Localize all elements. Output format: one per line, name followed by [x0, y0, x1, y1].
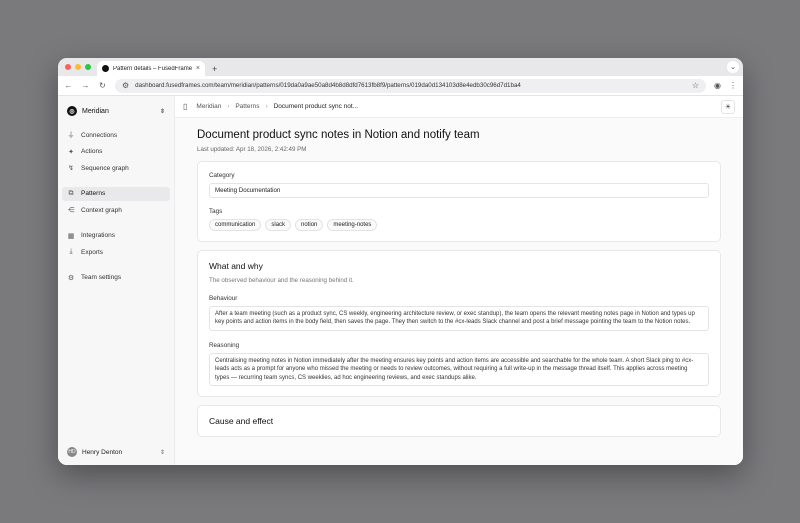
- sun-icon: ☀: [724, 103, 732, 111]
- tag-chip[interactable]: slack: [265, 219, 292, 231]
- more-menu-icon[interactable]: ⋮: [729, 81, 737, 90]
- pattern-detail: Document product sync notes in Notion an…: [175, 118, 743, 438]
- workflow-icon: ⧉: [68, 189, 74, 197]
- window-controls: [65, 64, 91, 70]
- profile-icon[interactable]: ◉: [714, 81, 721, 90]
- route-icon: ↯: [68, 165, 74, 172]
- share-icon: ⋲: [67, 207, 75, 214]
- nav-group-settings: ⚙ Team settings: [62, 271, 170, 285]
- minimize-window-button[interactable]: [75, 64, 81, 70]
- nav-group-patterns: ⧉ Patterns ⋲ Context graph: [62, 186, 170, 218]
- sidebar-item-label: Integrations: [81, 232, 115, 239]
- sidebar-item-connections[interactable]: ⏚ Connections: [62, 128, 170, 142]
- what-why-card: What and why The observed behaviour and …: [197, 250, 721, 398]
- sidebar-item-sequence-graph[interactable]: ↯ Sequence graph: [62, 161, 170, 175]
- behaviour-label: Behaviour: [209, 295, 238, 302]
- sidebar-item-team-settings[interactable]: ⚙ Team settings: [62, 271, 170, 285]
- sidebar-item-context-graph[interactable]: ⋲ Context graph: [62, 203, 170, 217]
- maximize-window-button[interactable]: [85, 64, 91, 70]
- breadcrumb-item-workspace[interactable]: Meridian: [196, 103, 221, 110]
- gear-icon: ⚙: [67, 274, 75, 282]
- sidebar-item-label: Exports: [81, 248, 104, 256]
- section-title: What and why: [209, 261, 263, 271]
- workspace-name: Meridian: [82, 107, 109, 115]
- sidebar-item-label: Actions: [81, 148, 103, 155]
- tag-list: communication slack notion meeting-notes: [209, 219, 709, 231]
- theme-toggle-button[interactable]: ☀: [721, 99, 735, 114]
- nav-group-main: ⏚ Connections ✦ Actions ↯ Sequence graph: [62, 128, 170, 175]
- back-icon[interactable]: ←: [64, 81, 73, 90]
- user-name: Henry Denton: [82, 448, 123, 456]
- last-updated: Last updated: Apr 18, 2026, 2:42:49 PM: [197, 146, 307, 153]
- blocks-icon: ▦: [67, 232, 75, 240]
- url-text: dashboard.fusedframes.com/team/meridian/…: [135, 82, 521, 89]
- new-tab-button[interactable]: +: [212, 64, 217, 74]
- sidebar-item-label: Connections: [81, 131, 118, 139]
- tag-chip[interactable]: notion: [295, 219, 324, 231]
- sidebar-item-label: Context graph: [81, 206, 122, 214]
- address-bar[interactable]: ⚙ dashboard.fusedframes.com/team/meridia…: [115, 78, 707, 93]
- nav-group-data: ▦ Integrations ⤓ Exports: [62, 229, 170, 260]
- chevron-updown-icon: ⇕: [159, 108, 165, 115]
- download-icon: ⤓: [69, 248, 73, 255]
- avatar: HD: [67, 447, 77, 457]
- app-root: ◎ Meridian ⇕ ⏚ Connections ✦ Actions ↯ S…: [58, 96, 743, 465]
- tab-strip: Pattern details – FusedFrames × + ⌄: [58, 58, 743, 76]
- browser-tab[interactable]: Pattern details – FusedFrames ×: [97, 61, 205, 76]
- site-settings-icon[interactable]: ⚙: [122, 81, 129, 90]
- forward-icon[interactable]: →: [81, 81, 90, 90]
- main-content: ▯ Meridian › Patterns › Document product…: [175, 96, 743, 465]
- chevron-right-icon: ›: [227, 103, 230, 110]
- sidebar: ◎ Meridian ⇕ ⏚ Connections ✦ Actions ↯ S…: [58, 96, 175, 465]
- reasoning-label: Reasoning: [209, 341, 240, 349]
- section-subtitle: The observed behaviour and the reasoning…: [209, 277, 354, 284]
- sidebar-item-label: Patterns: [81, 190, 106, 197]
- reload-icon[interactable]: ↻: [98, 81, 107, 90]
- close-tab-icon[interactable]: ×: [196, 65, 200, 72]
- reasoning-field[interactable]: Centralising meeting notes in Notion imm…: [209, 352, 709, 387]
- sidebar-item-label: Team settings: [81, 274, 122, 281]
- tag-chip[interactable]: meeting-notes: [327, 219, 378, 231]
- sidebar-item-integrations[interactable]: ▦ Integrations: [62, 229, 170, 243]
- category-field[interactable]: Meeting Documentation: [209, 183, 709, 198]
- breadcrumb-item-current: Document product sync not...: [273, 103, 359, 110]
- tags-label: Tags: [209, 208, 223, 215]
- workspace-switcher[interactable]: ◎ Meridian ⇕: [62, 102, 170, 120]
- sidebar-item-label: Sequence graph: [81, 164, 129, 172]
- chevron-right-icon: ›: [265, 103, 268, 110]
- metadata-card: Category Meeting Documentation Tags comm…: [197, 161, 721, 242]
- tag-chip[interactable]: communication: [209, 219, 262, 231]
- section-title: Cause and effect: [209, 416, 274, 427]
- sidebar-item-patterns[interactable]: ⧉ Patterns: [62, 186, 170, 201]
- sparkle-icon: ✦: [68, 148, 74, 156]
- sidebar-item-actions[interactable]: ✦ Actions: [62, 145, 170, 159]
- tab-search-icon[interactable]: ⌄: [727, 61, 739, 73]
- close-window-button[interactable]: [65, 64, 71, 70]
- browser-window: Pattern details – FusedFrames × + ⌄ ← → …: [58, 58, 743, 465]
- favicon-icon: [102, 65, 109, 72]
- tab-title: Pattern details – FusedFrames: [113, 65, 192, 72]
- sidebar-item-exports[interactable]: ⤓ Exports: [62, 245, 170, 259]
- chevron-updown-icon: ⇕: [159, 449, 165, 456]
- breadcrumb-item-patterns[interactable]: Patterns: [235, 103, 259, 110]
- bookmark-star-icon[interactable]: ☆: [692, 81, 699, 90]
- behaviour-field[interactable]: After a team meeting (such as a product …: [209, 306, 709, 331]
- sidebar-toggle-icon[interactable]: ▯: [183, 102, 187, 111]
- breadcrumb: ▯ Meridian › Patterns › Document product…: [175, 96, 743, 118]
- user-menu[interactable]: HD Henry Denton ⇕: [62, 447, 170, 457]
- cause-effect-card: Cause and effect: [197, 405, 721, 438]
- browser-toolbar: ← → ↻ ⚙ dashboard.fusedframes.com/team/m…: [58, 76, 743, 96]
- page-title: Document product sync notes in Notion an…: [197, 129, 480, 141]
- workspace-logo-icon: ◎: [67, 106, 77, 116]
- plug-icon: ⏚: [67, 132, 75, 139]
- category-label: Category: [209, 172, 235, 179]
